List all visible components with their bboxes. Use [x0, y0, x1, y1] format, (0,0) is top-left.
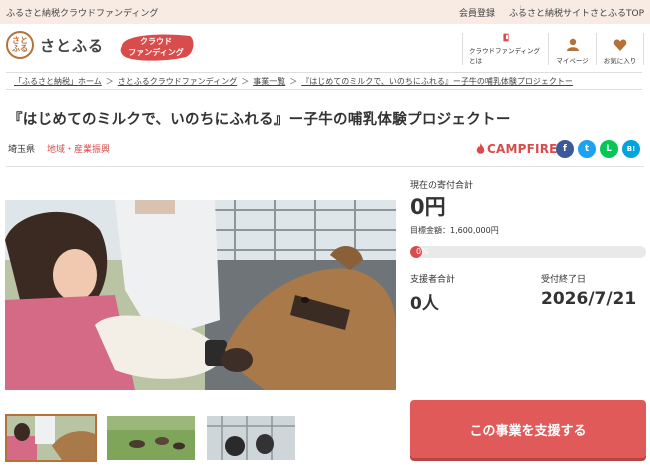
header: さと ふる さとふる クラウド ファンディング クラウドファンディングとは マイペ…	[0, 24, 650, 70]
image-thumbnails	[5, 414, 297, 462]
badge-line1: クラウド	[140, 37, 172, 46]
share-buttons: f t L B!	[556, 140, 640, 158]
heart-icon	[613, 39, 627, 51]
twitter-share-icon[interactable]: t	[578, 140, 596, 158]
thumbnail-1[interactable]	[5, 414, 97, 462]
top-bar: ふるさと納税クラウドファンディング 会員登録 ふるさと納税サイトさとふるTOP	[0, 0, 650, 24]
end-date-label: 受付終了日	[541, 275, 587, 285]
project-main-image	[5, 200, 396, 390]
nav-mypage[interactable]: マイページ	[548, 33, 596, 65]
header-nav: クラウドファンディングとは マイページ お気に入り	[462, 33, 644, 65]
support-project-button[interactable]: この事業を支援する	[410, 400, 646, 458]
badge-line2: ファンディング	[128, 48, 184, 57]
nav-favorites[interactable]: お気に入り	[596, 33, 644, 65]
member-register-link[interactable]: 会員登録	[459, 6, 495, 19]
logo-mark: さと ふる	[6, 31, 34, 59]
thumbnail-2[interactable]	[105, 414, 197, 462]
breadcrumb-crowdfunding[interactable]: さとふるクラウドファンディング	[118, 76, 237, 87]
current-total-label: 現在の寄付合計	[410, 181, 474, 191]
end-date-value: 2026/7/21	[541, 289, 637, 309]
hatena-bookmark-icon[interactable]: B!	[622, 140, 640, 158]
nav-about-label: クラウドファンディングとは	[469, 47, 541, 65]
site-label: ふるさと納税クラウドファンディング	[6, 9, 159, 19]
breadcrumb: 「ふるさと納税」ホーム ＞ さとふるクラウドファンディング ＞ 事業一覧 ＞ 『…	[6, 72, 642, 90]
progress-bar: 0%	[410, 246, 646, 258]
goal-amount: 目標金額：1,600,000円	[410, 226, 499, 235]
prefecture-label: 埼玉県	[8, 145, 36, 155]
breadcrumb-sep: ＞	[241, 76, 250, 86]
nav-about-crowdfunding[interactable]: クラウドファンディングとは	[462, 33, 548, 65]
supporters-count: 0人	[410, 294, 439, 314]
breadcrumb-project-list[interactable]: 事業一覧	[253, 76, 285, 87]
campfire-logo[interactable]: CAMPFIRE	[476, 142, 558, 156]
breadcrumb-sep: ＞	[105, 76, 114, 86]
platform-name: CAMPFIRE	[487, 142, 558, 156]
page-title: 『はじめてのミルクで、いのちにふれる』ー子牛の哺乳体験プロジェクトー	[8, 112, 511, 128]
divider	[6, 166, 644, 167]
breadcrumb-sep: ＞	[289, 76, 298, 86]
book-icon	[502, 33, 509, 42]
logo-text: さとふる	[40, 36, 105, 55]
satofull-top-link[interactable]: ふるさと納税サイトさとふるTOP	[509, 6, 644, 19]
progress-percent: 0%	[416, 247, 429, 256]
thumbnail-3[interactable]	[205, 414, 297, 462]
breadcrumb-current[interactable]: 『はじめてのミルクで、いのちにふれる』ー子牛の哺乳体験プロジェクトー	[301, 76, 573, 87]
user-icon	[566, 38, 579, 51]
facebook-share-icon[interactable]: f	[556, 140, 574, 158]
line-share-icon[interactable]: L	[600, 140, 618, 158]
project-meta: 埼玉県 地域・産業振興	[8, 142, 110, 155]
funding-panel: 現在の寄付合計 0円 目標金額：1,600,000円 0%	[410, 178, 646, 258]
supporters-label: 支援者合計	[410, 275, 456, 285]
satofull-logo[interactable]: さと ふる さとふる	[6, 31, 104, 59]
flame-icon	[476, 143, 485, 154]
crowdfunding-badge[interactable]: クラウド ファンディング	[116, 30, 196, 62]
breadcrumb-home[interactable]: 「ふるさと納税」ホーム	[14, 76, 102, 87]
nav-favorites-label: お気に入り	[603, 57, 637, 65]
nav-mypage-label: マイページ	[556, 57, 589, 65]
current-total-amount: 0円	[410, 195, 446, 219]
category-link[interactable]: 地域・産業振興	[47, 142, 110, 155]
